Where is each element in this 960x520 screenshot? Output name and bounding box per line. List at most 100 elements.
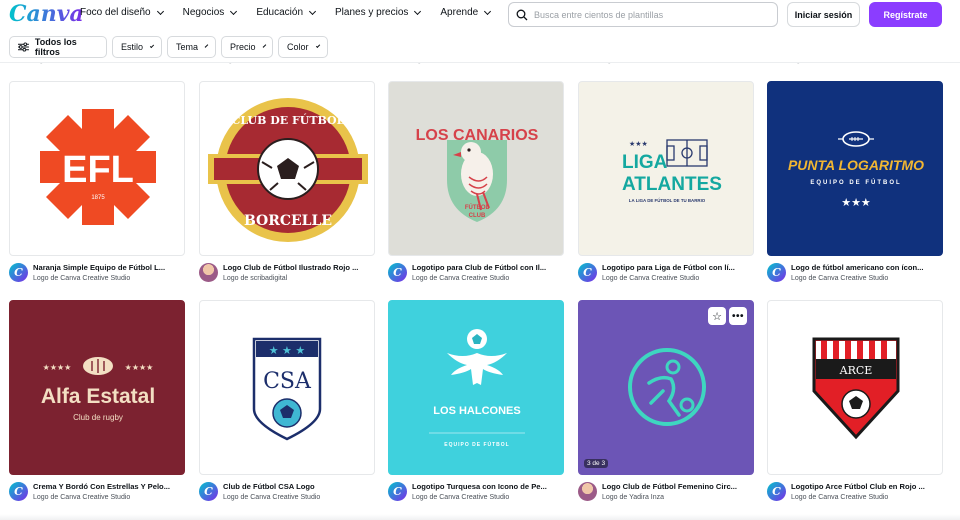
- canva-avatar: C: [388, 482, 407, 501]
- chevron-down-icon: [149, 43, 155, 48]
- template-author[interactable]: Logo de Canva Creative Studio: [223, 494, 320, 501]
- style-filter[interactable]: Estilo: [112, 36, 162, 58]
- more-options-icon[interactable]: •••: [729, 307, 747, 325]
- template-thumbnail[interactable]: PUNTA LOGARITMO EQUIPO DE FÚTBOL ★★★: [767, 81, 943, 256]
- template-title[interactable]: Logo de fútbol americano con ícon...: [791, 263, 943, 272]
- chevron-down-icon: [414, 7, 422, 15]
- price-filter[interactable]: Precio: [221, 36, 273, 58]
- logo-subtext: LA LIGA DE FÚTBOL DE TU BARRIO: [629, 198, 706, 203]
- logo-text: ARCE: [839, 364, 873, 377]
- chevron-down-icon: [156, 7, 164, 15]
- canva-avatar: C: [9, 482, 28, 501]
- template-author[interactable]: Logo de Canva Creative Studio: [791, 275, 888, 282]
- template-meta: C Crema Y Bordó Con Estrellas Y Pelo... …: [9, 481, 185, 515]
- all-filters-label: Todos los filtros: [34, 37, 77, 57]
- logo-text: PUNTA LOGARITMO: [788, 157, 924, 173]
- nav-item-education[interactable]: Educación: [256, 7, 317, 18]
- los-halcones-logo-image: LOS HALCONES EQUIPO DE FÚTBOL: [429, 329, 525, 448]
- template-meta: Logo Club de Fútbol Ilustrado Rojo ... L…: [199, 262, 375, 296]
- template-author[interactable]: Logo de Canva Creative Studio: [602, 275, 699, 282]
- nav-item-business[interactable]: Negocios: [182, 7, 238, 18]
- nav-item-plans-pricing[interactable]: Planes y precios: [335, 7, 422, 18]
- template-thumbnail[interactable]: LOS HALCONES EQUIPO DE FÚTBOL: [388, 300, 564, 475]
- logo-text: ATLANTES: [622, 174, 722, 195]
- template-thumbnail[interactable]: ARCE: [767, 300, 943, 475]
- template-title[interactable]: Logotipo para Club de Fútbol con Il...: [412, 263, 564, 272]
- color-filter-label: Color: [287, 42, 309, 52]
- template-card[interactable]: PUNTA LOGARITMO EQUIPO DE FÚTBOL ★★★ C L…: [767, 81, 943, 296]
- register-button[interactable]: Regístrate: [869, 2, 942, 27]
- template-meta: Logo Club de Fútbol Femenino Circ... Log…: [578, 481, 754, 515]
- template-title[interactable]: Club de Fútbol CSA Logo: [223, 482, 375, 491]
- chevron-down-icon: [315, 43, 321, 48]
- template-thumbnail[interactable]: EFL 1875: [9, 81, 185, 256]
- template-title[interactable]: Logo Club de Fútbol Ilustrado Rojo ...: [223, 263, 375, 272]
- template-card[interactable]: 3 de 3 ☆ ••• Logo Club de Fútbol Femenin…: [578, 300, 754, 515]
- template-card[interactable]: ★ ★ ★ CSA C Club de Fútbol CSA Logo Logo…: [199, 300, 375, 515]
- template-title[interactable]: Crema Y Bordó Con Estrellas Y Pelo...: [33, 482, 185, 491]
- template-thumbnail[interactable]: ★★★★ ★★★★ Alfa Estatal Club de rugby: [9, 300, 185, 475]
- nav-label: Aprende: [440, 7, 479, 18]
- page-count-badge: 3 de 3: [584, 459, 609, 468]
- chevron-down-icon: [308, 7, 317, 15]
- template-author[interactable]: Logo de Canva Creative Studio: [33, 275, 130, 282]
- favorite-star-icon[interactable]: ☆: [708, 307, 726, 325]
- nav-item-design-focus[interactable]: Foco del diseño: [80, 7, 164, 18]
- top-navigation: Canva Foco del diseño Negocios Educación…: [0, 0, 960, 30]
- template-card[interactable]: LOS CANARIOS FÚTBOL CLUB C Logotipo para…: [388, 81, 564, 296]
- template-title[interactable]: Logotipo Turquesa con Icono de Pe...: [412, 482, 564, 491]
- nav-label: Educación: [256, 7, 304, 18]
- template-meta: C Logotipo Turquesa con Icono de Pe... L…: [388, 481, 564, 515]
- template-author[interactable]: Logo de Canva Creative Studio: [791, 494, 888, 501]
- template-thumbnail[interactable]: LOS CANARIOS FÚTBOL CLUB: [388, 81, 564, 256]
- scroll-shadow: [0, 514, 960, 520]
- los-canarios-logo-image: LOS CANARIOS FÚTBOL CLUB: [416, 127, 539, 222]
- logo-subtext: BORCELLE: [244, 213, 332, 229]
- logo-text: LOS CANARIOS: [416, 127, 539, 144]
- search-icon: [516, 9, 528, 20]
- nav-item-learn[interactable]: Aprende: [440, 7, 492, 18]
- all-filters-button[interactable]: Todos los filtros: [9, 36, 107, 58]
- nav-label: Negocios: [182, 7, 225, 18]
- template-author[interactable]: Logo de Yadira Inza: [602, 494, 664, 501]
- chevron-down-icon: [262, 43, 266, 48]
- template-meta: C Logotipo para Club de Fútbol con Il...…: [388, 262, 564, 296]
- template-thumbnail[interactable]: ★ ★ ★ CSA: [199, 300, 375, 475]
- template-title[interactable]: Naranja Simple Equipo de Fútbol L...: [33, 263, 185, 272]
- theme-filter-label: Tema: [176, 42, 199, 52]
- template-card[interactable]: EFL 1875 C Naranja Simple Equipo de Fútb…: [9, 81, 185, 296]
- logo-text: EFL: [62, 149, 134, 191]
- color-filter[interactable]: Color: [278, 36, 328, 58]
- canva-logo[interactable]: Canva: [9, 1, 84, 27]
- svg-text:★★★★: ★★★★: [43, 363, 72, 372]
- search-input[interactable]: [534, 9, 764, 20]
- style-filter-label: Estilo: [121, 42, 144, 52]
- template-card[interactable]: LOS HALCONES EQUIPO DE FÚTBOL C Logotipo…: [388, 300, 564, 515]
- canva-avatar: C: [9, 263, 28, 282]
- template-author[interactable]: Logo de scribadigital: [223, 275, 287, 282]
- template-author[interactable]: Logo de Canva Creative Studio: [412, 275, 509, 282]
- template-thumbnail[interactable]: CLUB DE FÚTBOL BORCELLE: [199, 81, 375, 256]
- svg-text:★★★: ★★★: [629, 140, 648, 148]
- sliders-icon: [18, 42, 29, 52]
- chevron-down-icon: [204, 43, 209, 48]
- template-title[interactable]: Logo Club de Fútbol Femenino Circ...: [602, 482, 754, 491]
- template-card[interactable]: ★★★★ ★★★★ Alfa Estatal Club de rugby C C…: [9, 300, 185, 515]
- logo-text: CSA: [263, 369, 312, 394]
- template-thumbnail[interactable]: 3 de 3 ☆ •••: [578, 300, 754, 475]
- template-card[interactable]: CLUB DE FÚTBOL BORCELLE Logo Club de Fút…: [199, 81, 375, 296]
- search-box[interactable]: [508, 2, 778, 27]
- theme-filter[interactable]: Tema: [167, 36, 216, 58]
- login-button[interactable]: Iniciar sesión: [787, 2, 860, 27]
- template-author[interactable]: Logo de Canva Creative Studio: [412, 494, 509, 501]
- template-thumbnail[interactable]: ★★★ LIGA ATLANTES LA LIGA DE FÚTBOL DE T…: [578, 81, 754, 256]
- filter-bar: Todos los filtros Estilo Tema Precio Col…: [0, 32, 960, 62]
- template-title[interactable]: Logotipo Arce Fútbol Club en Rojo ...: [791, 482, 943, 491]
- template-author[interactable]: Logo de Canva Creative Studio: [33, 494, 130, 501]
- canva-avatar: C: [199, 482, 218, 501]
- template-card[interactable]: ARCE C Logotipo Arce Fútbol Club en Rojo…: [767, 300, 943, 515]
- arce-logo-image: ARCE: [812, 337, 900, 440]
- logo-text: LIGA: [622, 152, 668, 173]
- template-card[interactable]: ★★★ LIGA ATLANTES LA LIGA DE FÚTBOL DE T…: [578, 81, 754, 296]
- template-title[interactable]: Logotipo para Liga de Fútbol con lí...: [602, 263, 754, 272]
